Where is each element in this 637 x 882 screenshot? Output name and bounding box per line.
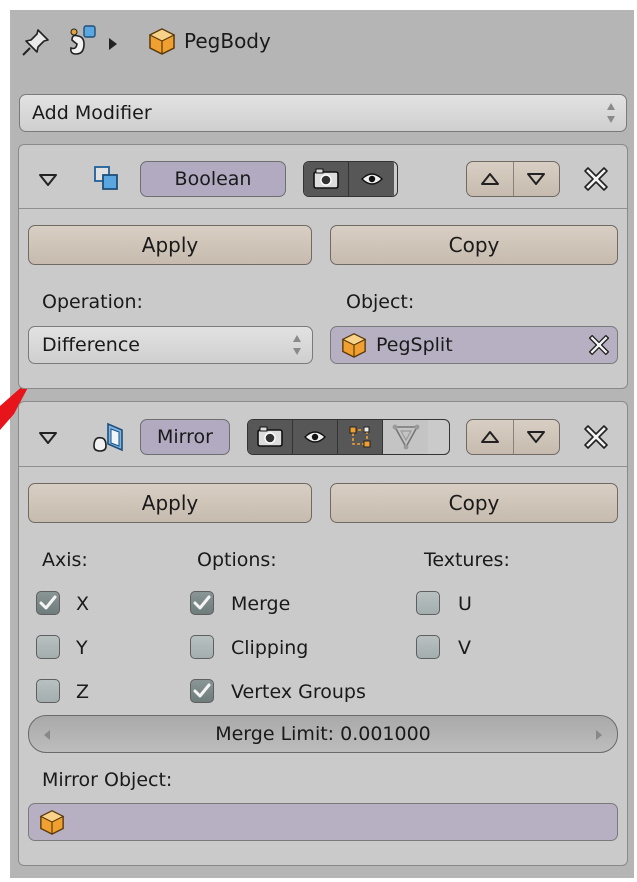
- object-name: PegBody: [184, 29, 271, 53]
- operation-value: Difference: [42, 333, 140, 356]
- vertex-groups-checkbox[interactable]: [190, 679, 214, 703]
- operation-dropdown[interactable]: Difference: [28, 326, 313, 364]
- add-modifier-label: Add Modifier: [32, 101, 152, 124]
- object-label: Object:: [346, 291, 415, 313]
- collapse-triangle-icon[interactable]: [38, 430, 58, 449]
- options-label: Options:: [197, 549, 277, 571]
- updown-arrows-icon: [606, 102, 616, 124]
- axis-label: Axis:: [42, 549, 88, 571]
- boolean-object-value: PegSplit: [376, 333, 453, 356]
- mirror-header-divider: [19, 466, 627, 467]
- boolean-apply-label: Apply: [141, 233, 199, 257]
- modifier-context-icon[interactable]: [66, 24, 100, 58]
- camera-icon: [313, 168, 339, 189]
- boolean-name-field[interactable]: Boolean: [140, 161, 286, 197]
- editmode-toggle[interactable]: [338, 420, 383, 454]
- checkmark-icon: [193, 595, 211, 610]
- updown-arrows-icon: [292, 334, 302, 356]
- triangle-down-icon: [527, 431, 546, 443]
- merge-label: Merge: [231, 593, 291, 615]
- eye-icon: [360, 173, 383, 185]
- mirror-modifier-icon: [90, 420, 126, 458]
- boolean-copy-button[interactable]: Copy: [330, 225, 618, 265]
- camera-icon: [257, 426, 283, 447]
- boolean-modifier-icon: [92, 164, 122, 198]
- mirror-display-toggles: [247, 419, 450, 455]
- axis-x-checkbox[interactable]: [36, 591, 60, 615]
- axis-z-checkbox[interactable]: [36, 679, 60, 703]
- mirror-copy-label: Copy: [448, 491, 500, 515]
- move-down-button[interactable]: [514, 162, 560, 196]
- add-modifier-dropdown[interactable]: Add Modifier: [19, 94, 627, 132]
- remove-modifier-icon[interactable]: [582, 165, 610, 197]
- viewport-toggle[interactable]: [293, 420, 338, 454]
- cage-toggle[interactable]: [383, 420, 428, 454]
- mesh-object-icon: [39, 810, 65, 835]
- boolean-object-field[interactable]: PegSplit: [330, 326, 618, 364]
- pin-icon[interactable]: [20, 26, 52, 58]
- mirror-apply-label: Apply: [141, 491, 199, 515]
- axis-y-label: Y: [76, 637, 88, 659]
- collapse-triangle-icon[interactable]: [38, 172, 58, 191]
- clipping-label: Clipping: [231, 637, 309, 659]
- move-up-button[interactable]: [467, 420, 514, 454]
- triangle-down-icon: [527, 173, 546, 185]
- operation-label: Operation:: [42, 291, 143, 313]
- remove-modifier-icon[interactable]: [582, 423, 610, 455]
- boolean-apply-button[interactable]: Apply: [28, 225, 312, 265]
- render-toggle[interactable]: [304, 162, 349, 196]
- breadcrumb-chevron-icon: [108, 35, 118, 54]
- vertex-groups-label: Vertex Groups: [231, 681, 366, 703]
- mirror-name-field[interactable]: Mirror: [140, 419, 230, 455]
- cage-icon: [392, 424, 419, 450]
- texture-v-label: V: [458, 637, 471, 659]
- edit-mode-icon: [349, 426, 371, 448]
- eye-icon: [304, 431, 326, 443]
- render-toggle[interactable]: [248, 420, 293, 454]
- mesh-object-icon: [148, 27, 176, 55]
- boolean-display-toggles: [303, 161, 398, 197]
- triangle-up-icon: [480, 173, 499, 185]
- triangle-up-icon: [480, 431, 499, 443]
- axis-y-checkbox[interactable]: [36, 635, 60, 659]
- checkmark-icon: [193, 683, 211, 698]
- mirror-object-label: Mirror Object:: [42, 769, 173, 791]
- mirror-move-buttons: [466, 419, 560, 455]
- texture-u-label: U: [458, 593, 472, 615]
- mesh-object-icon: [341, 333, 367, 358]
- merge-limit-slider[interactable]: Merge Limit: 0.001000: [28, 715, 618, 753]
- axis-x-label: X: [76, 593, 90, 615]
- merge-checkbox[interactable]: [190, 591, 214, 615]
- clipping-checkbox[interactable]: [190, 635, 214, 659]
- clear-field-icon[interactable]: [587, 333, 611, 361]
- boolean-copy-label: Copy: [448, 233, 500, 257]
- mirror-copy-button[interactable]: Copy: [330, 483, 618, 523]
- decrement-arrow-icon: [44, 730, 50, 740]
- increment-arrow-icon: [596, 730, 602, 740]
- mirror-apply-button[interactable]: Apply: [28, 483, 312, 523]
- move-down-button[interactable]: [514, 420, 560, 454]
- mirror-modifier-box: [18, 401, 628, 866]
- boolean-header-divider: [19, 208, 627, 209]
- boolean-name: Boolean: [174, 168, 252, 190]
- mirror-name: Mirror: [157, 426, 213, 448]
- axis-z-label: Z: [76, 681, 90, 703]
- texture-u-checkbox[interactable]: [416, 591, 440, 615]
- merge-limit-value: Merge Limit: 0.001000: [215, 722, 431, 745]
- move-up-button[interactable]: [467, 162, 514, 196]
- mirror-object-field[interactable]: [28, 803, 618, 841]
- texture-v-checkbox[interactable]: [416, 635, 440, 659]
- textures-label: Textures:: [424, 549, 510, 571]
- boolean-move-buttons: [466, 161, 560, 197]
- checkmark-icon: [39, 595, 57, 610]
- viewport-toggle[interactable]: [349, 162, 394, 196]
